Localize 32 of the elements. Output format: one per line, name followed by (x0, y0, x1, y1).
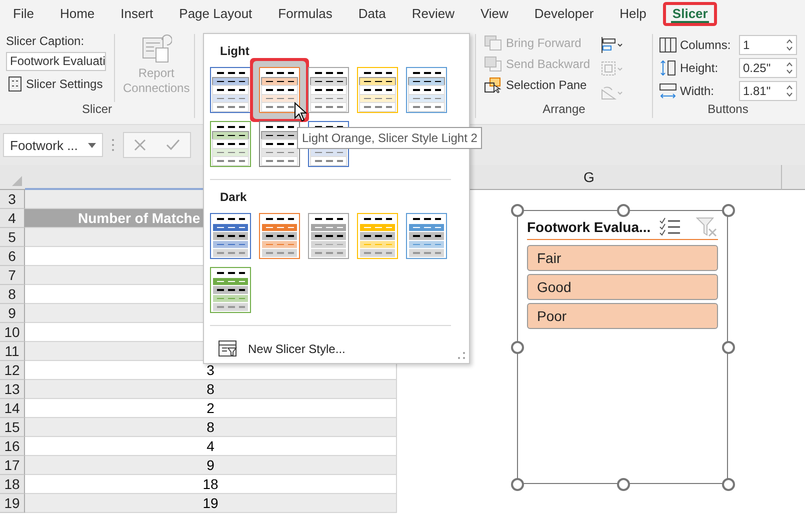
row-number: 19 (0, 494, 25, 513)
row-number: 11 (0, 342, 25, 361)
row-number: 18 (0, 475, 25, 494)
group-label: Slicer (80, 102, 113, 118)
table-cell: 19 (25, 494, 397, 513)
table-cell: 9 (25, 456, 397, 475)
group-label: Buttons (706, 102, 750, 118)
row-number: 14 (0, 399, 25, 418)
field-label: Height: (680, 60, 718, 74)
section-title: Light (220, 44, 250, 58)
row-number: 10 (0, 323, 25, 342)
table-cell: 8 (25, 380, 397, 399)
tooltip: Light Orange, Slicer Style Light 2 (297, 127, 482, 149)
row-number: 15 (0, 418, 25, 437)
table-cell: 8 (25, 418, 397, 437)
caption-label: Slicer Caption: (6, 34, 86, 48)
section-title: Dark (220, 190, 247, 204)
slicer-title: Footwork Evalua... (527, 218, 651, 234)
row-number: 8 (0, 285, 25, 304)
row-number: 5 (0, 228, 25, 247)
row-number: 6 (0, 247, 25, 266)
row-number: 16 (0, 437, 25, 456)
field-label: Width: (680, 84, 714, 98)
row-number: 3 (0, 190, 25, 209)
row-number: 9 (0, 304, 25, 323)
row-number: 7 (0, 266, 25, 285)
row-number: 12 (0, 361, 25, 380)
row-number: 13 (0, 380, 25, 399)
field-label: Columns: (680, 38, 731, 52)
row-number: 4 (0, 209, 25, 228)
group-label: Arrange (542, 102, 586, 118)
row-number: 17 (0, 456, 25, 475)
